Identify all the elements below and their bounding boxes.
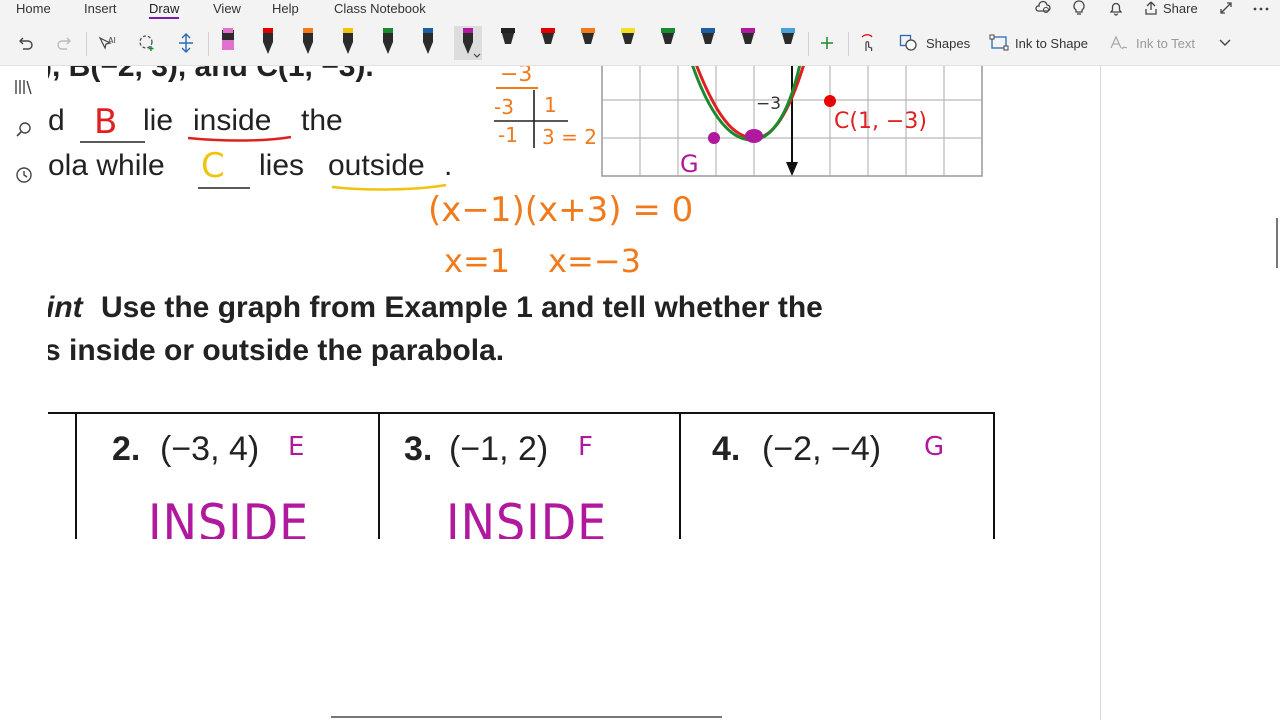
add-pen-icon[interactable] (814, 30, 840, 56)
problem-2-tag: E (288, 432, 305, 462)
synth-r2b: 3 = 2 (542, 125, 597, 149)
point-g-1 (708, 132, 720, 144)
bell-icon[interactable] (1107, 0, 1125, 16)
root-2: x=−3 (548, 242, 641, 280)
outside-underline (331, 183, 447, 191)
ink-to-text-icon[interactable] (1106, 30, 1132, 56)
point-g-2 (745, 129, 763, 143)
ribbon-tabs: Home Insert Draw View Help Class Noteboo… (0, 0, 1280, 19)
problem-2-point: (−3, 4) (160, 430, 260, 468)
synth-top: −3 (500, 66, 532, 87)
tab-draw[interactable]: Draw (149, 1, 180, 19)
add-space-icon[interactable] (173, 30, 199, 56)
more-options-icon[interactable] (1252, 0, 1270, 16)
graph-tick-label: −3 (756, 94, 781, 114)
page-boundary-line (1100, 66, 1101, 720)
search-icon[interactable] (14, 121, 34, 141)
point-g-label: G (680, 150, 699, 178)
problem-4-tag: G (924, 432, 945, 462)
pen-10-icon[interactable] (574, 26, 602, 60)
pen-6-icon[interactable] (414, 26, 442, 60)
pen-8-icon[interactable] (494, 26, 522, 60)
problem-2-answer: INSIDE (148, 493, 310, 539)
problem-4-number: 4. (712, 430, 741, 468)
recent-notes-icon[interactable] (14, 166, 34, 186)
svg-text:AI: AI (108, 36, 116, 45)
divider (208, 32, 209, 56)
ink-to-text-label[interactable]: Ink to Text (1136, 36, 1195, 51)
undo-icon[interactable] (12, 30, 38, 56)
problem-3-answer: INSIDE (446, 493, 608, 539)
lightbulb-icon[interactable] (1070, 0, 1088, 16)
notebooks-icon[interactable] (14, 78, 34, 98)
pen-9-icon[interactable] (534, 26, 562, 60)
page-canvas[interactable]: ), B(−2, 3), and C(1, −3). d B lie insid… (48, 66, 1100, 539)
draw-toolbar: AI Shapes Ink to Shape Ink to Text (0, 26, 1280, 62)
navigation-rail (0, 66, 48, 720)
redo-icon[interactable] (52, 30, 78, 56)
problem-2-number: 2. (112, 430, 141, 468)
share-icon[interactable] (1142, 0, 1160, 16)
pen-3-icon[interactable] (294, 26, 322, 60)
tab-view[interactable]: View (213, 1, 241, 16)
point-c-label: C(1, −3) (834, 109, 927, 134)
type-select-icon[interactable]: AI (94, 30, 120, 56)
synth-r2a: -1 (498, 123, 518, 147)
tab-help[interactable]: Help (272, 1, 299, 16)
ink-to-shape-label[interactable]: Ink to Shape (1015, 36, 1088, 51)
point-c (824, 95, 836, 107)
inside-underline (187, 135, 292, 142)
pen-2-icon[interactable] (254, 26, 282, 60)
synth-r1b: 1 (544, 93, 557, 117)
pen-15-icon[interactable] (774, 26, 802, 60)
pen-12-icon[interactable] (654, 26, 682, 60)
divider (86, 32, 87, 56)
root-1: x=1 (444, 242, 510, 280)
chevron-down-icon[interactable] (1212, 30, 1238, 56)
divider (848, 32, 849, 56)
shapes-icon[interactable] (896, 30, 922, 56)
problem-4-point: (−2, −4) (762, 430, 882, 468)
divider (808, 32, 809, 56)
ink-to-shape-icon[interactable] (986, 30, 1012, 56)
share-button[interactable]: Share (1163, 1, 1198, 16)
factored-equation: (x−1)(x+3) = 0 (428, 190, 693, 230)
scroll-indicator (331, 716, 722, 718)
fullscreen-icon[interactable] (1217, 0, 1235, 16)
sync-icon[interactable] (1034, 0, 1052, 16)
pen-14-icon[interactable] (734, 26, 762, 60)
pen-13-icon[interactable] (694, 26, 722, 60)
lasso-select-icon[interactable] (134, 30, 160, 56)
shapes-label[interactable]: Shapes (926, 36, 970, 51)
pen-11-icon[interactable] (614, 26, 642, 60)
pen-7-icon[interactable] (454, 26, 482, 60)
tab-home[interactable]: Home (16, 1, 51, 16)
ribbon: Home Insert Draw View Help Class Noteboo… (0, 0, 1280, 66)
pen-5-icon[interactable] (374, 26, 402, 60)
pen-1-icon[interactable] (214, 26, 242, 60)
scrollbar-thumb[interactable] (1276, 218, 1278, 268)
pen-4-icon[interactable] (334, 26, 362, 60)
problem-3-point: (−1, 2) (449, 430, 549, 468)
synth-r1a: -3 (494, 95, 514, 119)
draw-with-touch-icon[interactable] (854, 30, 880, 56)
problem-3-number: 3. (404, 430, 433, 468)
tab-class-notebook[interactable]: Class Notebook (334, 1, 426, 16)
tab-insert[interactable]: Insert (84, 1, 117, 16)
problem-3-tag: F (578, 432, 593, 462)
